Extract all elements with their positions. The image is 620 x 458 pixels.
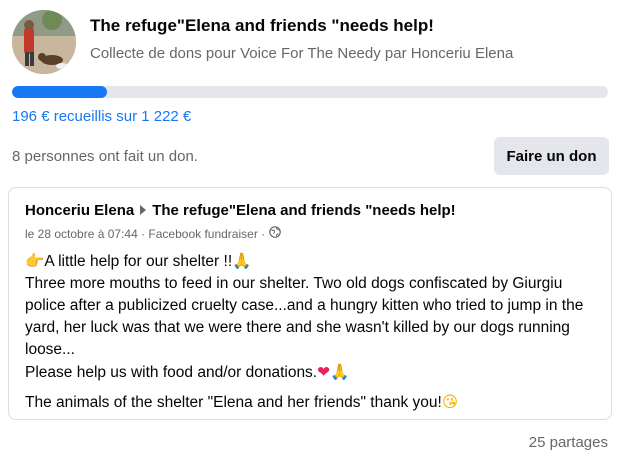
post-line: Three more mouths to feed in our shelter… [25,275,584,358]
post-text: The animals of the shelter "Elena and he… [25,394,442,411]
pointing-hand-icon: 👉 [25,252,45,270]
triangle-right-icon [139,202,147,219]
heart-icon: ❤ [317,363,331,381]
avatar[interactable] [12,10,76,74]
post-line: The animals of the shelter "Elena and he… [25,391,599,414]
fundraiser-progress-bar [12,86,608,98]
post-card: Honceriu Elena The refuge"Elena and frie… [8,187,612,420]
post-author[interactable]: Honceriu Elena [25,202,134,219]
post-line: Please help us with food and/or donation… [25,361,599,384]
share-count[interactable]: 25 partages [529,434,608,451]
kiss-face-icon: 😘 [441,393,458,411]
post-line: 👉A little help for our shelter !!🙏 [25,250,599,273]
post-meta: le 28 octobre à 07:44 · Facebook fundrai… [25,226,281,241]
progress-fill [12,86,108,98]
fundraiser-subtitle: Collecte de dons pour Voice For The Need… [90,45,514,62]
post-text: Please help us with food and/or donation… [25,364,318,381]
post-text: A little help for our shelter !! [44,253,233,270]
globe-icon [269,226,281,241]
post-target[interactable]: The refuge"Elena and friends "needs help… [152,202,455,219]
post-timestamp[interactable]: le 28 octobre à 07:44 · Facebook fundrai… [25,227,265,241]
fundraiser-header: The refuge"Elena and friends "needs help… [12,10,612,76]
praying-hands-icon: 🙏 [330,363,350,381]
praying-hands-icon: 🙏 [232,252,252,270]
fundraiser-title[interactable]: The refuge"Elena and friends "needs help… [90,16,434,36]
post-body: 👉A little help for our shelter !!🙏 Three… [25,250,599,414]
amount-raised: 196 € recueillis sur 1 222 € [12,108,192,125]
post-header: Honceriu Elena The refuge"Elena and frie… [25,202,456,219]
donor-count[interactable]: 8 personnes ont fait un don. [12,148,198,165]
donate-button[interactable]: Faire un don [494,137,609,175]
